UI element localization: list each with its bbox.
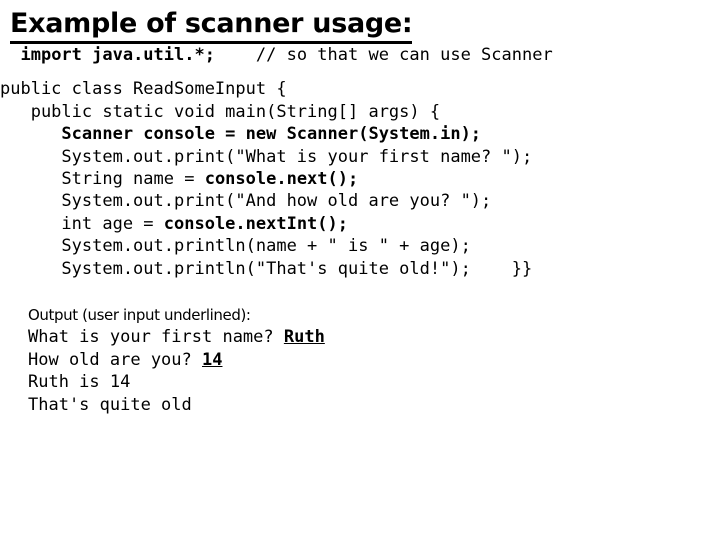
code-token-highlight: import java.util.*; [20,45,215,65]
code-line: System.out.print("What is your first nam… [0,146,720,168]
code-token: // so that we can use Scanner [214,45,553,65]
slide-title: Example of scanner usage: [10,8,413,44]
code-line: int age = console.nextInt(); [0,213,720,235]
code-line: Scanner console = new Scanner(System.in)… [0,123,720,145]
program-output-text: Ruth is 14 [28,372,131,393]
code-line: System.out.println("That's quite old!");… [0,258,720,280]
code-token-highlight: console.nextInt(); [163,213,348,234]
code-line: public static void main(String[] args) { [0,101,720,123]
code-line: System.out.print("And how old are you? "… [0,190,720,212]
code-token: String name = [0,168,205,189]
program-output-block: Output (user input underlined): What is … [28,304,688,416]
code-line: String name = console.next(); [0,168,720,190]
code-token-highlight: console.next(); [204,168,359,189]
output-caption: Output (user input underlined): [28,306,251,324]
slide-canvas: Example of scanner usage: import java.ut… [0,0,720,540]
program-output-text: What is your first name? [28,327,284,348]
output-line: How old are you? 14 [28,349,688,371]
code-token: System.out.print("And how old are you? "… [0,191,492,212]
code-token: int age = [0,213,164,234]
output-line: That's quite old [28,394,688,416]
code-line: import java.util.*; // so that we can us… [0,44,720,66]
output-line: Ruth is 14 [28,371,688,393]
output-console-lines: What is your first name? Ruth How old are… [28,326,688,416]
code-token: System.out.println(name + " is " + age); [0,236,471,257]
code-line: public class ReadSomeInput { [0,78,720,100]
code-token-highlight: Scanner console = new Scanner(System.in)… [0,124,482,145]
user-input-text: Ruth [283,327,325,348]
program-output-text: That's quite old [28,394,192,415]
program-output-text: How old are you? [28,349,202,370]
java-code-block: import java.util.*; // so that we can us… [0,44,720,280]
code-token: public class ReadSomeInput { [0,79,287,100]
code-line: System.out.println(name + " is " + age); [0,235,720,257]
code-token: public static void main(String[] args) { [0,101,441,122]
user-input-text: 14 [202,349,223,370]
code-token: System.out.print("What is your first nam… [0,146,533,167]
code-token: System.out.println("That's quite old!");… [0,258,533,279]
output-line: What is your first name? Ruth [28,326,688,348]
